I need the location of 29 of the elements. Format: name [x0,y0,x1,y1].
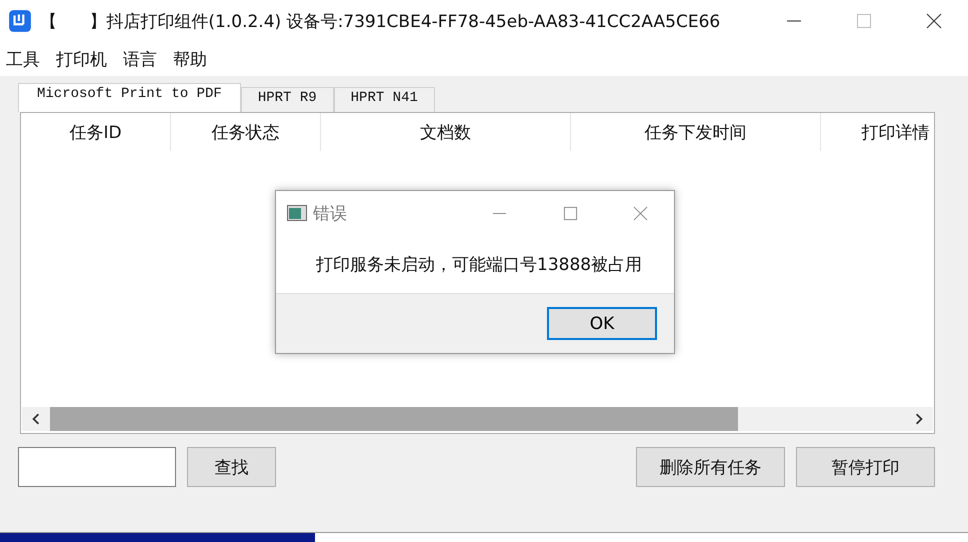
window-icon [287,205,307,221]
close-icon[interactable] [926,13,942,29]
column-header[interactable]: 任务ID [21,113,171,151]
column-header[interactable]: 打印详情 [821,113,934,151]
menu-item[interactable]: 打印机 [56,48,107,70]
printer-tab[interactable]: Microsoft Print to PDF [18,83,241,112]
action-button[interactable]: 删除所有任务 [636,447,785,487]
menu-item[interactable]: 语言 [123,48,157,70]
printer-tab[interactable]: HPRT N41 [334,87,435,112]
menu-item[interactable]: 工具 [6,48,40,70]
action-button[interactable]: 暂停打印 [796,447,935,487]
maximize-icon[interactable] [856,13,872,29]
dialog-title: 错误 [313,202,347,224]
column-header[interactable]: 文档数 [321,113,571,151]
search-field[interactable] [18,447,176,487]
maximize-icon[interactable] [563,206,578,220]
search-button[interactable]: 查找 [187,447,276,487]
column-header[interactable]: 任务状态 [171,113,321,151]
scrollbar-thumb[interactable] [50,407,738,431]
app-logo-icon [8,9,32,33]
scroll-left-icon[interactable] [30,413,42,425]
printer-tab[interactable]: HPRT R9 [240,87,334,112]
horizontal-scrollbar[interactable] [22,407,933,431]
column-header[interactable]: 任务下发时间 [571,113,821,151]
error-message: 打印服务未启动，可能端口号13888被占用 [316,254,642,276]
window-title: 【 】抖店打印组件(1.0.2.4) 设备号:7391CBE4-FF78-45eb-AA83-41CC2AA5CE66 [40,10,720,32]
ok-button[interactable]: OK [547,307,657,340]
menu-item[interactable]: 帮助 [173,48,207,70]
scroll-right-icon[interactable] [913,413,925,425]
